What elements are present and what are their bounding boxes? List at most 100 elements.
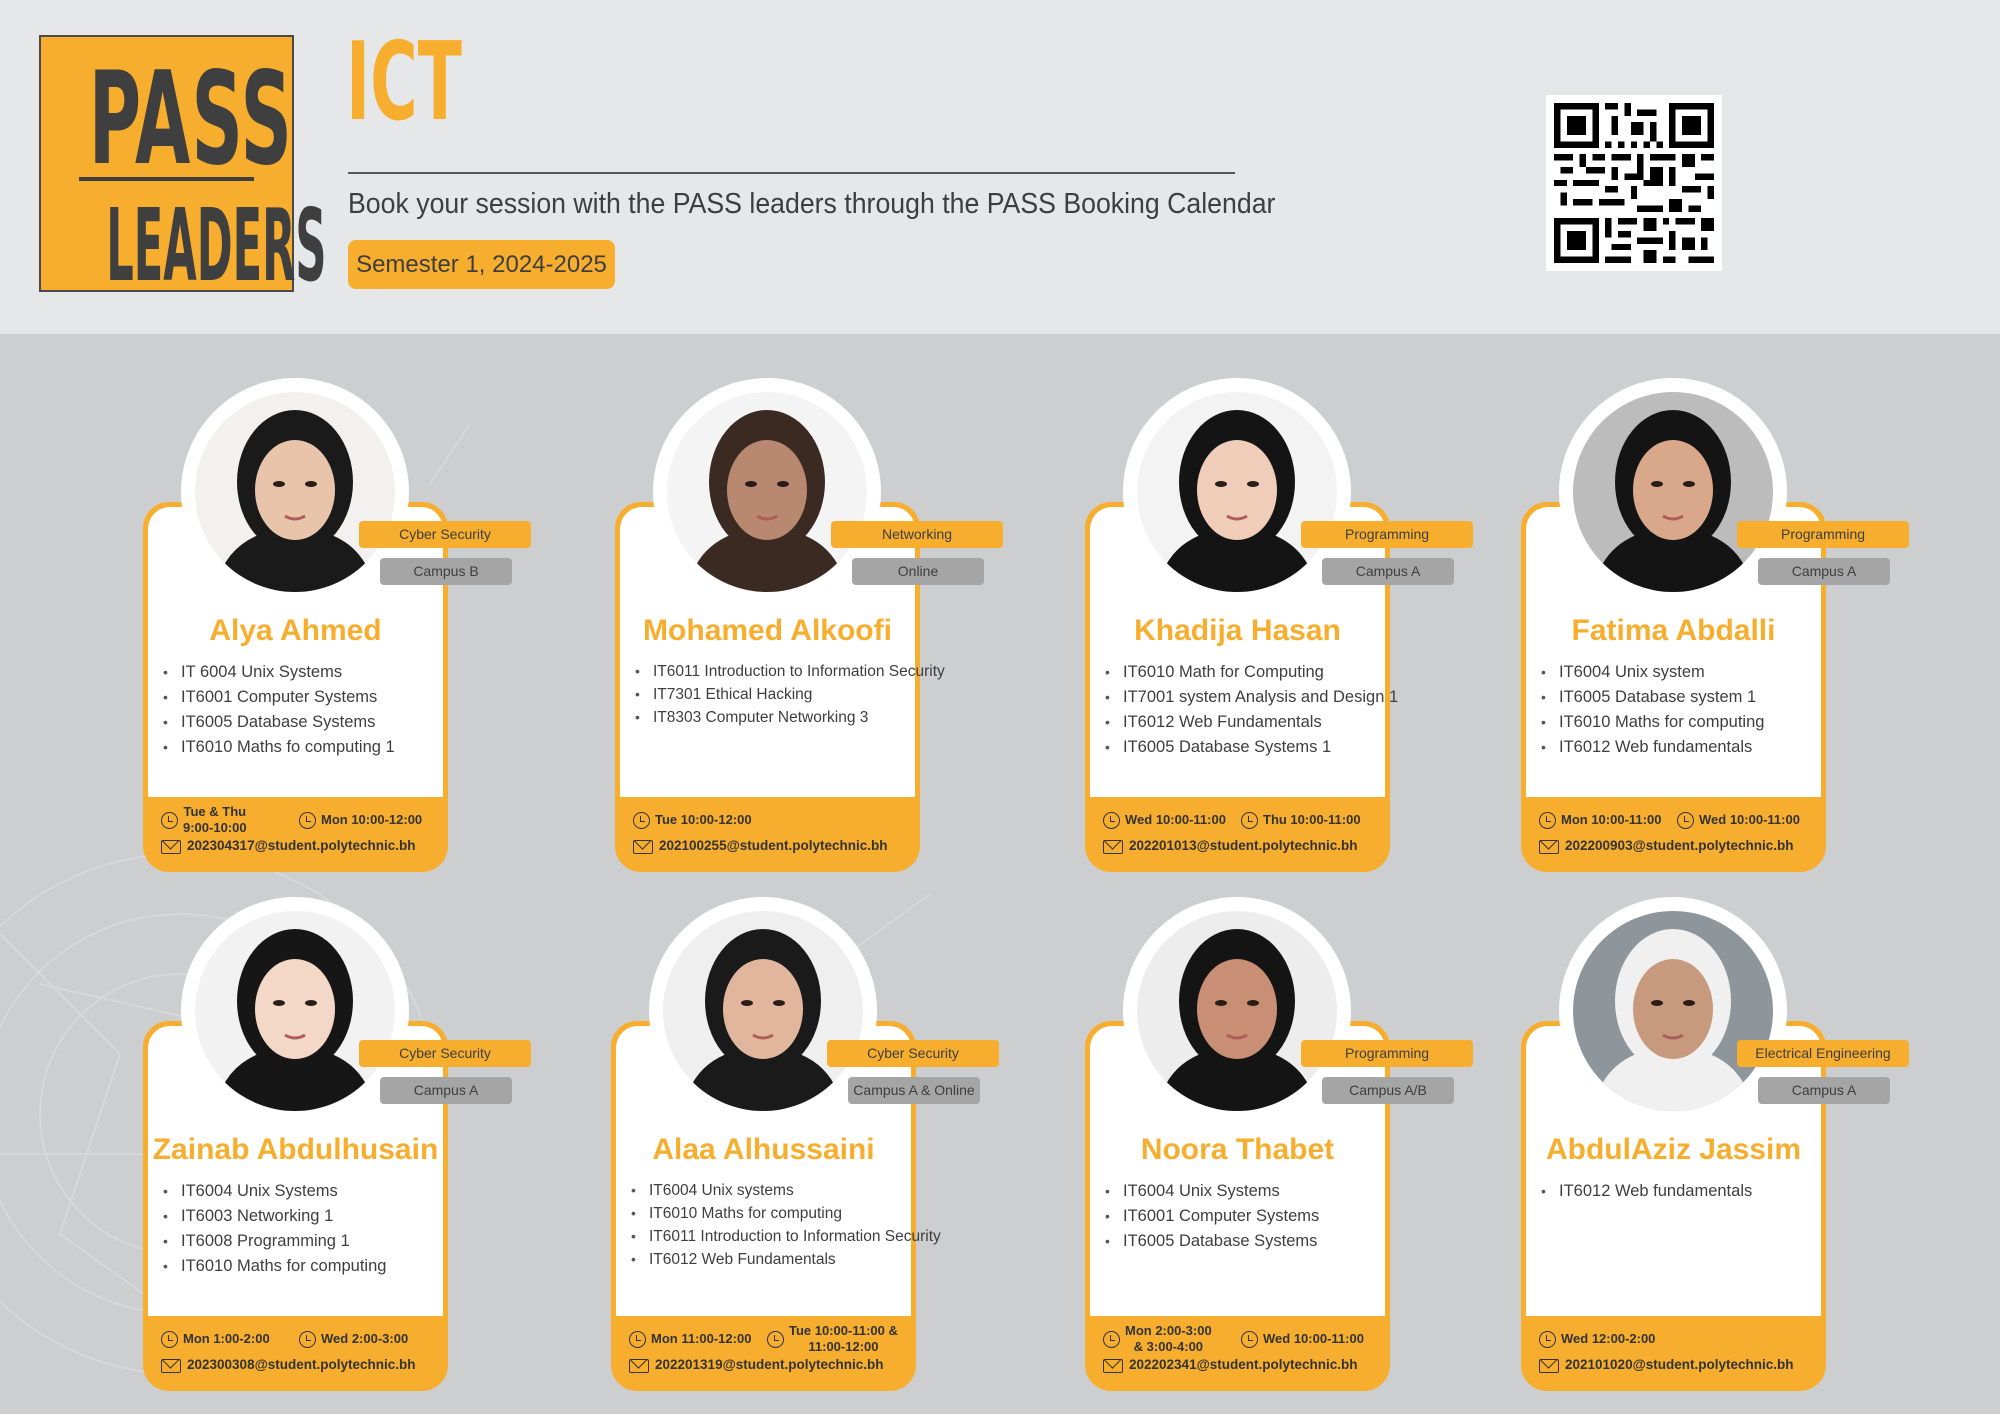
leader-photo-frame (181, 378, 409, 606)
email-icon (1103, 1359, 1123, 1373)
course-item: IT7301 Ethical Hacking (635, 683, 916, 706)
leader-photo-frame (1123, 897, 1351, 1125)
leader-email[interactable]: 202200903@student.polytechnic.bh (1565, 838, 1794, 853)
leader-name: Noora Thabet (1140, 1133, 1335, 1166)
leader-name: Mohamed Alkoofi (643, 614, 892, 647)
course-item: IT6005 Database Systems (1105, 1229, 1386, 1254)
campus-tag: Online (852, 558, 984, 585)
leader-name: Zainab Abdulhusain (152, 1133, 439, 1166)
session-time: Mon 10:00-12:00 (321, 812, 423, 827)
course-item: IT6012 Web Fundamentals (631, 1248, 912, 1271)
leader-email[interactable]: 202201013@student.polytechnic.bh (1129, 838, 1358, 853)
booking-qr-code[interactable] (1546, 95, 1722, 271)
booking-subtitle: Book your session with the PASS leaders … (348, 188, 1276, 220)
session-footer: Mon 1:00-2:00 Wed 2:00-3:00 202300308@stud… (143, 1313, 448, 1391)
session-footer: Mon 10:00-11:00 Wed 10:00-11:00 202200903@… (1521, 794, 1826, 872)
course-item: IT6005 Database Systems (163, 710, 444, 735)
session-footer: Tue 10:00-12:00 202100255@student.polytec… (615, 794, 920, 872)
clock-icon (1103, 812, 1120, 829)
session-time: Wed 10:00-11:00 (1699, 812, 1800, 827)
leader-name: Khadija Hasan (1134, 614, 1341, 647)
course-item: IT6010 Maths for computing (1541, 710, 1822, 735)
session-footer: Wed 12:00-2:00 202101020@student.polytech… (1521, 1313, 1826, 1391)
session-footer: Mon 2:00-3:00 & 3:00-4:00 Wed 10:00-11:00… (1085, 1313, 1390, 1391)
clock-icon (767, 1331, 784, 1348)
leader-name: AbdulAziz Jassim (1545, 1133, 1802, 1166)
campus-tag: Campus A/B (1322, 1077, 1454, 1104)
leader-photo-frame (653, 378, 881, 606)
course-list: IT6004 Unix systemIT6005 Database system… (1541, 660, 1822, 760)
course-item: IT6008 Programming 1 (163, 1229, 444, 1254)
session-time: Tue 10:00-12:00 (655, 812, 752, 827)
session-time: Mon 2:00-3:00 & 3:00-4:00 (1125, 1323, 1212, 1354)
leader-card: Programming Campus A Fatima Abdalli IT6004 … (1521, 378, 1909, 872)
leader-photo (1573, 392, 1773, 592)
course-list: IT6004 Unix SystemsIT6003 Networking 1IT… (163, 1179, 444, 1279)
course-item: IT6005 Database system 1 (1541, 685, 1822, 710)
leader-email[interactable]: 202101020@student.polytechnic.bh (1565, 1357, 1794, 1372)
subject-tag: Cyber Security (359, 521, 531, 548)
course-list: IT 6004 Unix SystemsIT6001 Computer Syst… (163, 660, 444, 760)
leader-photo (663, 911, 863, 1111)
course-item: IT6011 Introduction to Information Secur… (635, 660, 945, 683)
course-item: IT6010 Maths for computing (163, 1254, 444, 1279)
leader-photo (667, 392, 867, 592)
leader-card: Electrical Engineering Campus A AbdulAziz … (1521, 897, 1909, 1391)
course-item: IT6004 Unix Systems (1105, 1179, 1386, 1204)
course-item: IT6010 Maths fo computing 1 (163, 735, 444, 760)
course-list: IT6012 Web fundamentals (1541, 1179, 1822, 1204)
clock-icon (1539, 1331, 1556, 1348)
leader-photo (195, 911, 395, 1111)
leader-card: Networking Online Mohamed Alkoofi IT6011 In… (615, 378, 1003, 872)
session-time: Wed 2:00-3:00 (321, 1331, 409, 1346)
leader-card: Cyber Security Campus A & Online Alaa Alhu… (611, 897, 999, 1391)
leader-photo-frame (1559, 378, 1787, 606)
leader-name: Fatima Abdalli (1571, 614, 1776, 647)
session-time: Mon 10:00-11:00 (1561, 812, 1662, 827)
pass-leaders-logo: PASS LEADERS (39, 35, 326, 304)
course-item: IT6004 Unix systems (631, 1179, 912, 1202)
email-icon (1103, 840, 1123, 854)
logo-line-1: PASS (88, 45, 294, 194)
leader-email[interactable]: 202100255@student.polytechnic.bh (659, 838, 888, 853)
clock-icon (1539, 812, 1556, 829)
leader-email[interactable]: 202201319@student.polytechnic.bh (655, 1357, 884, 1372)
course-item: IT6001 Computer Systems (163, 685, 444, 710)
campus-tag: Campus B (380, 558, 512, 585)
campus-tag: Campus A (380, 1077, 512, 1104)
course-item: IT6003 Networking 1 (163, 1204, 444, 1229)
campus-tag: Campus A & Online (848, 1077, 980, 1104)
leader-email[interactable]: 202300308@student.polytechnic.bh (187, 1357, 416, 1372)
session-time: Thu 10:00-11:00 (1263, 812, 1361, 827)
subject-tag: Cyber Security (359, 1040, 531, 1067)
logo-line-2: LEADERS (106, 187, 327, 304)
clock-icon (299, 812, 316, 829)
page-title: ICT (346, 20, 462, 145)
clock-icon (299, 1331, 316, 1348)
session-time: Mon 11:00-12:00 (651, 1331, 752, 1346)
leader-photo-frame (181, 897, 409, 1125)
subject-tag: Networking (831, 521, 1003, 548)
email-icon (629, 1359, 649, 1373)
course-item: IT6010 Maths for computing (631, 1202, 912, 1225)
clock-icon (161, 1331, 178, 1348)
session-time: Mon 1:00-2:00 (183, 1331, 270, 1346)
subject-tag: Programming (1301, 1040, 1473, 1067)
header-band: PASS LEADERS ICT Book your session with … (0, 0, 2000, 334)
qr-code-icon (1554, 103, 1714, 263)
clock-icon (1677, 812, 1694, 829)
leader-name: Alya Ahmed (209, 614, 382, 647)
session-time: Wed 10:00-11:00 (1125, 812, 1226, 827)
leader-photo (1137, 392, 1337, 592)
course-item: IT7001 system Analysis and Design 1 (1105, 685, 1398, 710)
header-divider (348, 172, 1235, 174)
course-item: IT6004 Unix system (1541, 660, 1822, 685)
course-item: IT 6004 Unix Systems (163, 660, 444, 685)
course-item: IT6012 Web fundamentals (1541, 1179, 1822, 1204)
session-time: Tue 10:00-11:00 & 11:00-12:00 (789, 1323, 898, 1354)
session-footer: Mon 11:00-12:00 Tue 10:00-11:00 & 11:00-1… (611, 1313, 916, 1391)
leader-photo-frame (1559, 897, 1787, 1125)
leader-photo-frame (1123, 378, 1351, 606)
leader-email[interactable]: 202202341@student.polytechnic.bh (1129, 1357, 1358, 1372)
leader-email[interactable]: 202304317@student.polytechnic.bh (187, 838, 416, 853)
